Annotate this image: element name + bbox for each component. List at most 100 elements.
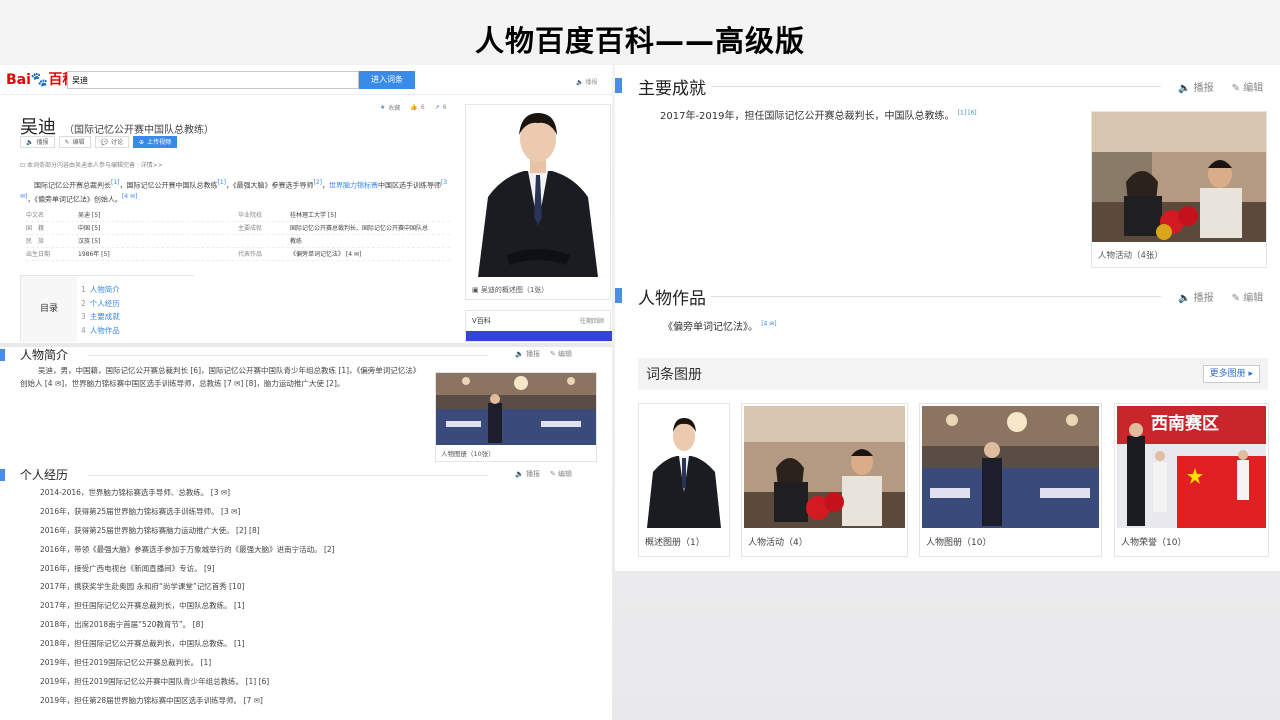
section-rule	[88, 355, 488, 356]
bio-photo[interactable]: 人物图册（10张）	[435, 372, 597, 462]
edit-button[interactable]: ✎ 编辑	[550, 349, 572, 359]
section-title: 人物作品	[638, 289, 706, 309]
portrait-image	[466, 105, 610, 277]
album-card[interactable]: 概述图册（1）	[638, 403, 730, 557]
edit-button[interactable]: ✎ 编辑	[1232, 289, 1264, 304]
pencil-icon: ✎	[549, 350, 559, 358]
broadcast-button[interactable]: 🔈 播报	[1178, 289, 1214, 304]
entry-actions: 🔈 播报 ✎ 编辑 💬 讨论 ⊕ 上传视频	[20, 136, 178, 148]
toc-title: 人物简介	[89, 285, 120, 294]
toc-number: 4	[81, 325, 86, 335]
album-card[interactable]: 人物图册（10）	[919, 403, 1102, 557]
broadcast-button[interactable]: 🔈 播报	[20, 136, 55, 148]
upload-video-label: 上传视频	[147, 139, 172, 146]
bio-text: 吴迪，男，中国籍，国际记忆公开赛总裁判长 [6]，国际记忆公开赛中国队青少年组总…	[20, 366, 417, 388]
conference-photo	[436, 373, 596, 445]
share-icon: ↗	[434, 104, 440, 111]
section-marker	[615, 78, 622, 93]
speaker-icon: 🔈	[1178, 293, 1194, 304]
baike-entry-page: Bai🐾百科 进入词条 🔈 播报 ★收藏 👍6 ↗6 吴迪 （国际记忆公开赛中国…	[0, 65, 612, 720]
v-baike-widget[interactable]: V百科 往期回顾	[465, 310, 612, 342]
broadcast-label: 播报	[36, 139, 49, 146]
pencil-icon: ✎	[1231, 293, 1244, 304]
pencil-icon: ✎	[549, 470, 559, 478]
v-baike-title: V百科	[472, 317, 491, 325]
edit-label: 编辑	[558, 350, 573, 358]
portrait-caption: ▣ 吴迪的概述图（1张）	[472, 285, 548, 295]
pencil-icon: ✎	[64, 139, 70, 146]
photo-icon: ▣	[472, 286, 481, 294]
album-card[interactable]: 西南赛区 人物荣誉（10）	[1114, 403, 1269, 557]
discuss-button[interactable]: 💬 讨论	[94, 136, 130, 148]
section-marker	[0, 469, 5, 481]
career-item: 2019年，担任2019国际记忆公开赛总裁判长。 [1]	[40, 658, 212, 668]
toc-item[interactable]: 4 人物作品	[81, 324, 120, 338]
info-key: 出生日期	[26, 251, 51, 258]
section-ops: 🔈 播报 ✎ 编辑	[1178, 289, 1263, 304]
info-value: 1986年 [5]	[78, 251, 110, 258]
career-item: 2019年，担任第28届世界脑力锦标赛中国区选手训练导师。 [7 ✉]	[40, 695, 263, 705]
album-card[interactable]: 人物活动（4）	[741, 403, 908, 557]
more-albums-button[interactable]: 更多图册 ▸	[1202, 365, 1260, 383]
info-value[interactable]: 桂林理工大学 [5]	[290, 209, 440, 221]
honor-banner-text: 西南赛区	[1151, 414, 1219, 434]
broadcast-button[interactable]: 🔈 播报	[515, 349, 540, 359]
toc-item[interactable]: 1 人物简介	[81, 283, 120, 297]
edit-label: 编辑	[72, 139, 85, 146]
enter-entry-button[interactable]: 进入词条	[359, 71, 415, 89]
edit-button[interactable]: ✎ 编辑	[1232, 79, 1264, 94]
notice-text: 本词条部分内容由吴迪本人参与编辑完善 · 详情>>	[26, 162, 163, 169]
ref-link[interactable]: [1]	[111, 179, 120, 186]
ref-link[interactable]: [2]	[314, 179, 323, 186]
summary-text: ，国际记忆公开赛中国队总教练	[119, 181, 218, 190]
entry-summary: 国际记忆公开赛总裁判长[1]，国际记忆公开赛中国队总教练[1]，《最强大脑》参赛…	[20, 177, 448, 206]
career-item: 2016年，带领《最强大脑》参赛选手参加于万象城举行的《最强大脑》进南宁活动。 …	[40, 544, 335, 554]
info-row: 出生日期 1986年 [5] 代表作品 《偏旁单词记忆法》 [4 ✉]	[26, 248, 450, 261]
summary-text: 国际记忆公开赛总裁判长	[34, 181, 111, 190]
bio-photo-caption: 人物图册（10张）	[441, 450, 495, 458]
broadcast-button[interactable]: 🔈 播报	[1178, 79, 1214, 94]
star-icon: ★	[380, 104, 386, 111]
broadcast-label: 播报	[1193, 293, 1214, 304]
ref-link[interactable]: [1]	[218, 179, 227, 186]
album-caption: 概述图册（1）	[645, 538, 705, 548]
career-item: 2017年，携获奖学生赴奥园 永和府“尚学课堂”记忆首秀 [10]	[40, 582, 245, 592]
header-broadcast-label: 播报	[585, 79, 598, 86]
info-value: 中国 [5]	[78, 225, 101, 232]
upload-video-button[interactable]: ⊕ 上传视频	[133, 136, 178, 148]
ref-link[interactable]: [1] [6]	[958, 110, 977, 117]
album-caption: 人物图册（10）	[926, 538, 992, 548]
info-row: 国 籍 中国 [5] 主要成就 国际记忆公开赛总裁判长、国际记忆公开赛中国队总	[26, 222, 450, 235]
discuss-label: 讨论	[111, 139, 124, 146]
toc-list: 1 人物简介 2 个人经历 3 主要成就 4 人物作品	[81, 283, 120, 337]
like-button[interactable]: 👍 6	[410, 103, 424, 112]
past-review-link[interactable]: 往期回顾	[580, 316, 604, 325]
toc-item[interactable]: 2 个人经历	[81, 297, 120, 311]
header-broadcast-button[interactable]: 🔈 播报	[576, 77, 597, 86]
paw-icon: 🐾	[30, 72, 49, 88]
toc-title: 人物作品	[89, 325, 120, 335]
ref-link[interactable]: [4 ✉]	[122, 193, 137, 200]
works-body: 《偏旁单词记忆法》。	[663, 322, 758, 333]
info-value: 国际记忆公开赛总裁判长、国际记忆公开赛中国队总	[290, 225, 429, 232]
ref-link[interactable]: [4 ✉]	[761, 321, 776, 328]
share-button[interactable]: ↗ 6	[435, 103, 447, 112]
broadcast-button[interactable]: 🔈 播报	[515, 469, 540, 479]
wcc-link[interactable]: 世界脑力锦标赛	[329, 181, 378, 189]
edit-button[interactable]: ✎ 编辑	[58, 136, 91, 148]
baidu-baike-logo[interactable]: Bai🐾百科	[6, 71, 76, 89]
section-head-career: 个人经历 🔈 播报 ✎ 编辑	[0, 466, 612, 484]
album-title: 词条图册	[646, 367, 702, 383]
info-key: 中文名	[26, 212, 45, 219]
album-cover	[744, 406, 905, 528]
favorite-button[interactable]: ★ 收藏	[380, 103, 400, 112]
toc-item[interactable]: 3 主要成就	[81, 310, 120, 324]
section-title: 主要成就	[638, 79, 706, 99]
section-marker	[615, 288, 622, 303]
search-input[interactable]	[67, 71, 359, 89]
summary-portrait[interactable]: ▣ 吴迪的概述图（1张）	[465, 104, 611, 300]
summary-text: ，	[322, 181, 329, 190]
achievements-photo[interactable]: 人物活动（4张）	[1091, 111, 1267, 268]
info-row: 民 族 汉族 [5] 教练	[26, 235, 450, 248]
edit-button[interactable]: ✎ 编辑	[550, 469, 572, 479]
